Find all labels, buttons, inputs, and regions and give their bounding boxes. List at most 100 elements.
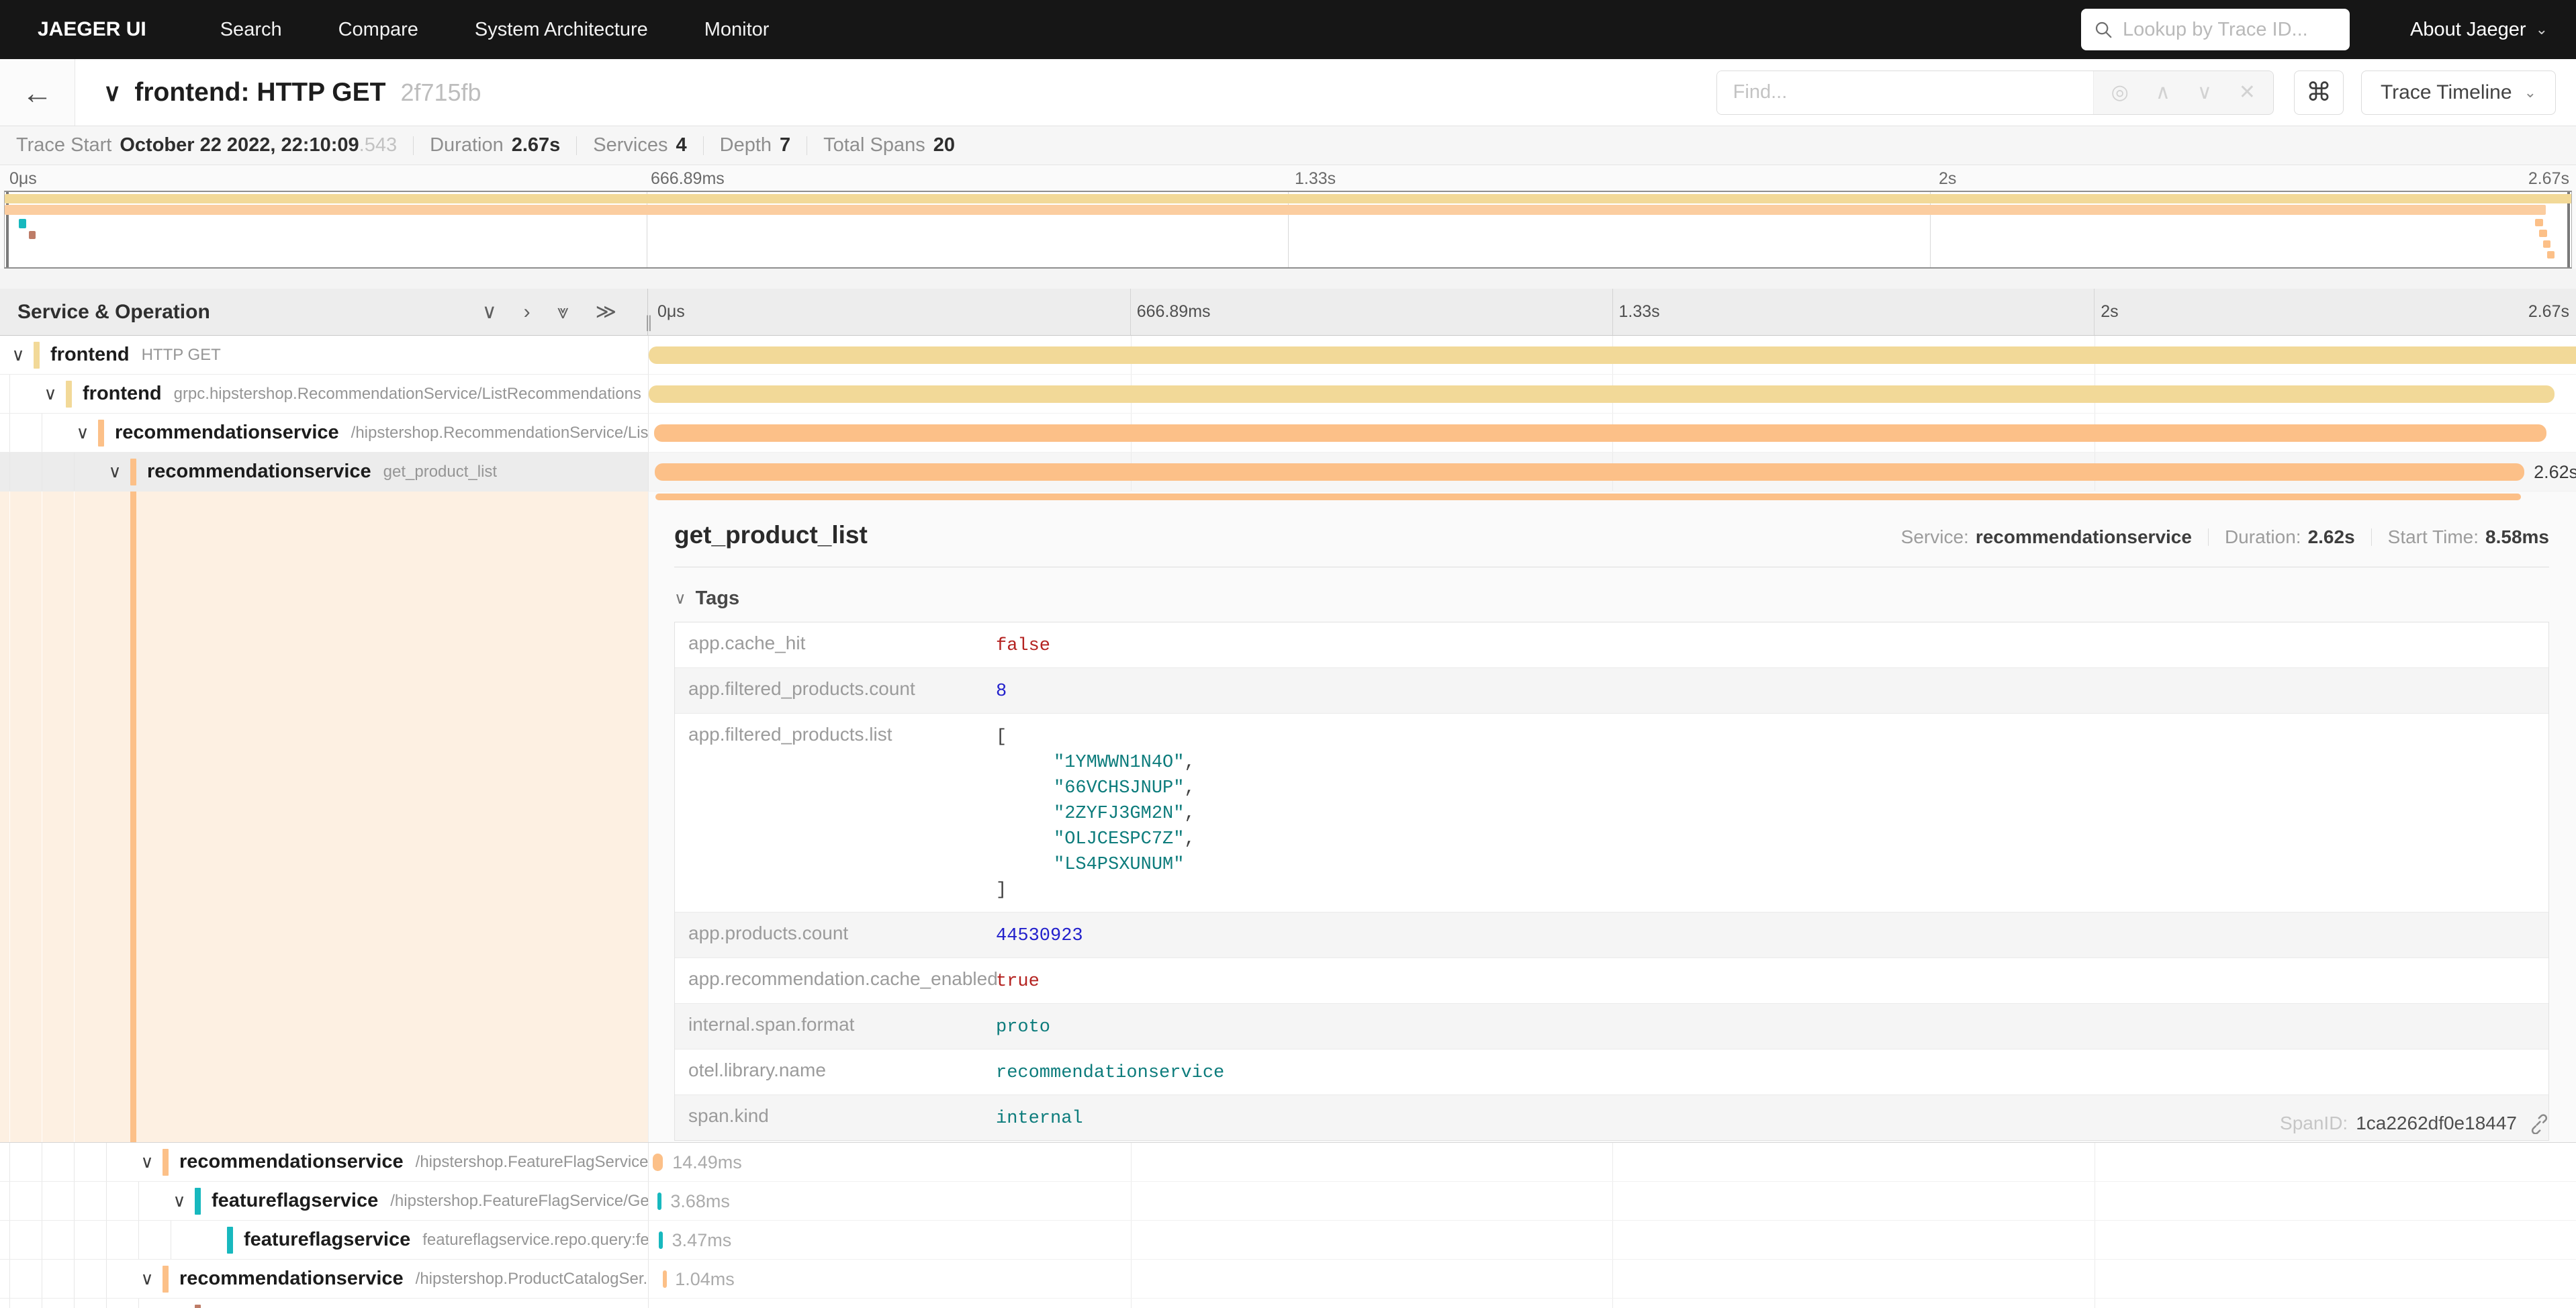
span-rows-top: ∨frontendHTTP GET∨frontendgrpc.hipstersh… [0,336,2576,492]
locate-icon[interactable]: ◎ [2111,81,2129,104]
span-operation-name: get_product_list [383,463,497,481]
span-timeline-cell[interactable] [648,336,2576,375]
span-timeline-cell[interactable]: 14.49ms [648,1143,2576,1182]
span-detail-meta: Service: recommendationservice Duration:… [1901,526,2549,548]
span-duration-bar[interactable] [653,1154,663,1171]
trace-view-selector[interactable]: Trace Timeline ⌄ [2361,71,2556,115]
span-name-cell[interactable]: ∨recommendationservice/hipstershop.Recom… [0,414,648,453]
span-duration-label: 14.49ms [672,1143,742,1182]
tag-string-value: internal [996,1109,1083,1129]
span-name-cell[interactable]: ∨recommendationservice/hipstershop.Featu… [0,1143,648,1182]
span-duration-bar[interactable] [657,1193,661,1210]
span-duration-bar[interactable] [649,385,2555,403]
span-timeline-cell[interactable] [648,1299,2576,1308]
nav-item-system-architecture[interactable]: System Architecture [475,19,648,41]
span-operation-name: /hipstershop.FeatureFlagService/Ge... [390,1192,648,1211]
tags-accordion-toggle[interactable]: ∨ Tags [674,588,2549,610]
indent-guide [9,1299,10,1308]
tag-number-value: 8 [996,682,1007,702]
nav-item-monitor[interactable]: Monitor [704,19,770,41]
expand-one-level-icon[interactable]: › [524,301,531,324]
chevron-down-icon: ⌄ [2524,84,2536,101]
span-row[interactable]: ∨recommendationservice/hipstershop.Recom… [0,414,2576,453]
find-next-icon[interactable]: ∨ [2197,81,2212,104]
collapse-one-level-icon[interactable]: ∨ [482,300,497,324]
span-row[interactable]: ∨recommendationservice/hipstershop.Produ… [0,1260,2576,1299]
chevron-down-icon[interactable]: ∨ [134,1152,160,1172]
collapse-all-icon[interactable]: ⩔ [557,301,569,324]
span-name-cell[interactable]: ∨frontendgrpc.hipstershop.Recommendation… [0,375,648,414]
tag-row[interactable]: app.recommendation.cache_enabledtrue [675,958,2548,1004]
span-id-value: 1ca2262df0e18447 [2356,1113,2517,1134]
find-input[interactable] [1717,71,2093,114]
find-prev-icon[interactable]: ∧ [2156,81,2170,104]
trace-summary-bar: Trace Start October 22 2022, 22:10:09.54… [0,126,2576,165]
span-row[interactable]: ∨recommendationserviceget_product_list2.… [0,453,2576,492]
span-name-cell[interactable]: ∨featureflagservice/hipstershop.FeatureF… [0,1182,648,1221]
span-timeline-cell[interactable]: 2.62s [648,453,2576,492]
span-timeline-cell[interactable] [648,414,2576,453]
span-name-cell[interactable]: ∨frontendHTTP GET [0,336,648,375]
tag-value: 44530923 [996,921,1083,949]
tag-row[interactable]: app.products.count44530923 [675,913,2548,958]
timeline-gridline [1131,1299,1132,1308]
span-color-bar [98,420,104,447]
span-name-cell[interactable]: ∨recommendationservice/hipstershop.Produ… [0,1260,648,1299]
trace-id-lookup[interactable] [2081,9,2350,50]
span-row[interactable]: ∨frontendgrpc.hipstershop.Recommendation… [0,375,2576,414]
nav-item-search[interactable]: Search [220,19,282,41]
tag-row[interactable]: app.filtered_products.count8 [675,668,2548,714]
timeline-gridline [1612,1260,1613,1298]
depth-label: Depth [720,134,772,156]
span-name-cell[interactable] [0,1299,648,1308]
span-service-name: frontend [50,344,130,366]
chevron-down-icon[interactable]: ∨ [70,422,95,443]
time-tick-0-s: 0μs [657,302,685,322]
tag-row[interactable]: otel.library.namerecommendationservice [675,1049,2548,1095]
tag-row[interactable]: app.filtered_products.list["1YMWWN1N4O",… [675,714,2548,913]
span-duration-bar[interactable] [655,463,2524,481]
app-brand[interactable]: JAEGER UI [38,18,146,41]
column-resizer-handle[interactable]: ∥ [645,313,653,332]
span-row[interactable]: featureflagservicefeatureflagservice.rep… [0,1221,2576,1260]
span-timeline-cell[interactable]: 1.04ms [648,1260,2576,1299]
find-clear-icon[interactable]: ✕ [2239,81,2256,104]
span-timeline-cell[interactable]: 3.68ms [648,1182,2576,1221]
span-duration-bar[interactable] [659,1231,663,1249]
total-spans-value: 20 [933,134,955,156]
expand-all-icon[interactable]: ≫ [596,300,616,324]
about-jaeger-menu[interactable]: About Jaeger ⌄ [2410,19,2548,41]
span-row[interactable]: ∨featureflagservice/hipstershop.FeatureF… [0,1182,2576,1221]
span-duration-bar[interactable] [649,346,2576,364]
minimap-canvas[interactable] [4,191,2572,269]
span-name-cell[interactable]: ∨recommendationserviceget_product_list [0,453,648,492]
span-row[interactable]: ∨frontendHTTP GET [0,336,2576,375]
chevron-down-icon[interactable]: ∨ [5,344,31,365]
minimap-span-mark [2547,251,2555,259]
chevron-down-icon[interactable]: ∨ [38,383,63,404]
tag-row[interactable]: span.kindinternal [675,1095,2548,1140]
deep-link-icon[interactable] [2528,1113,2549,1134]
nav-item-compare[interactable]: Compare [338,19,418,41]
span-name-cell[interactable]: featureflagservicefeatureflagservice.rep… [0,1221,648,1260]
span-row[interactable] [0,1299,2576,1308]
tag-row[interactable]: app.cache_hitfalse [675,622,2548,668]
time-tick-1-33s: 1.33s [1295,169,1336,189]
collapse-trace-detail-chevron-icon[interactable]: ∨ [103,79,121,107]
span-service-name: recommendationservice [115,422,339,444]
back-button[interactable]: ← [0,59,75,126]
chevron-down-icon[interactable]: ∨ [134,1268,160,1289]
span-duration-bar[interactable] [663,1270,667,1288]
chevron-down-icon[interactable]: ∨ [102,461,128,482]
span-row[interactable]: ∨recommendationservice/hipstershop.Featu… [0,1143,2576,1182]
tag-row[interactable]: internal.span.formatproto [675,1004,2548,1049]
span-timeline-cell[interactable]: 3.47ms [648,1221,2576,1260]
span-timeline-cell[interactable] [648,375,2576,414]
keyboard-shortcuts-button[interactable]: ⌘ [2294,71,2344,115]
json-string: "2ZYFJ3GM2N" [1054,804,1184,824]
chevron-down-icon[interactable]: ∨ [167,1190,192,1211]
span-operation-name: featureflagservice.repo.query:fe... [422,1231,648,1250]
span-duration-bar[interactable] [654,424,2546,442]
trace-id-lookup-input[interactable] [2123,19,2338,41]
duration-value: 2.62s [2308,526,2355,548]
